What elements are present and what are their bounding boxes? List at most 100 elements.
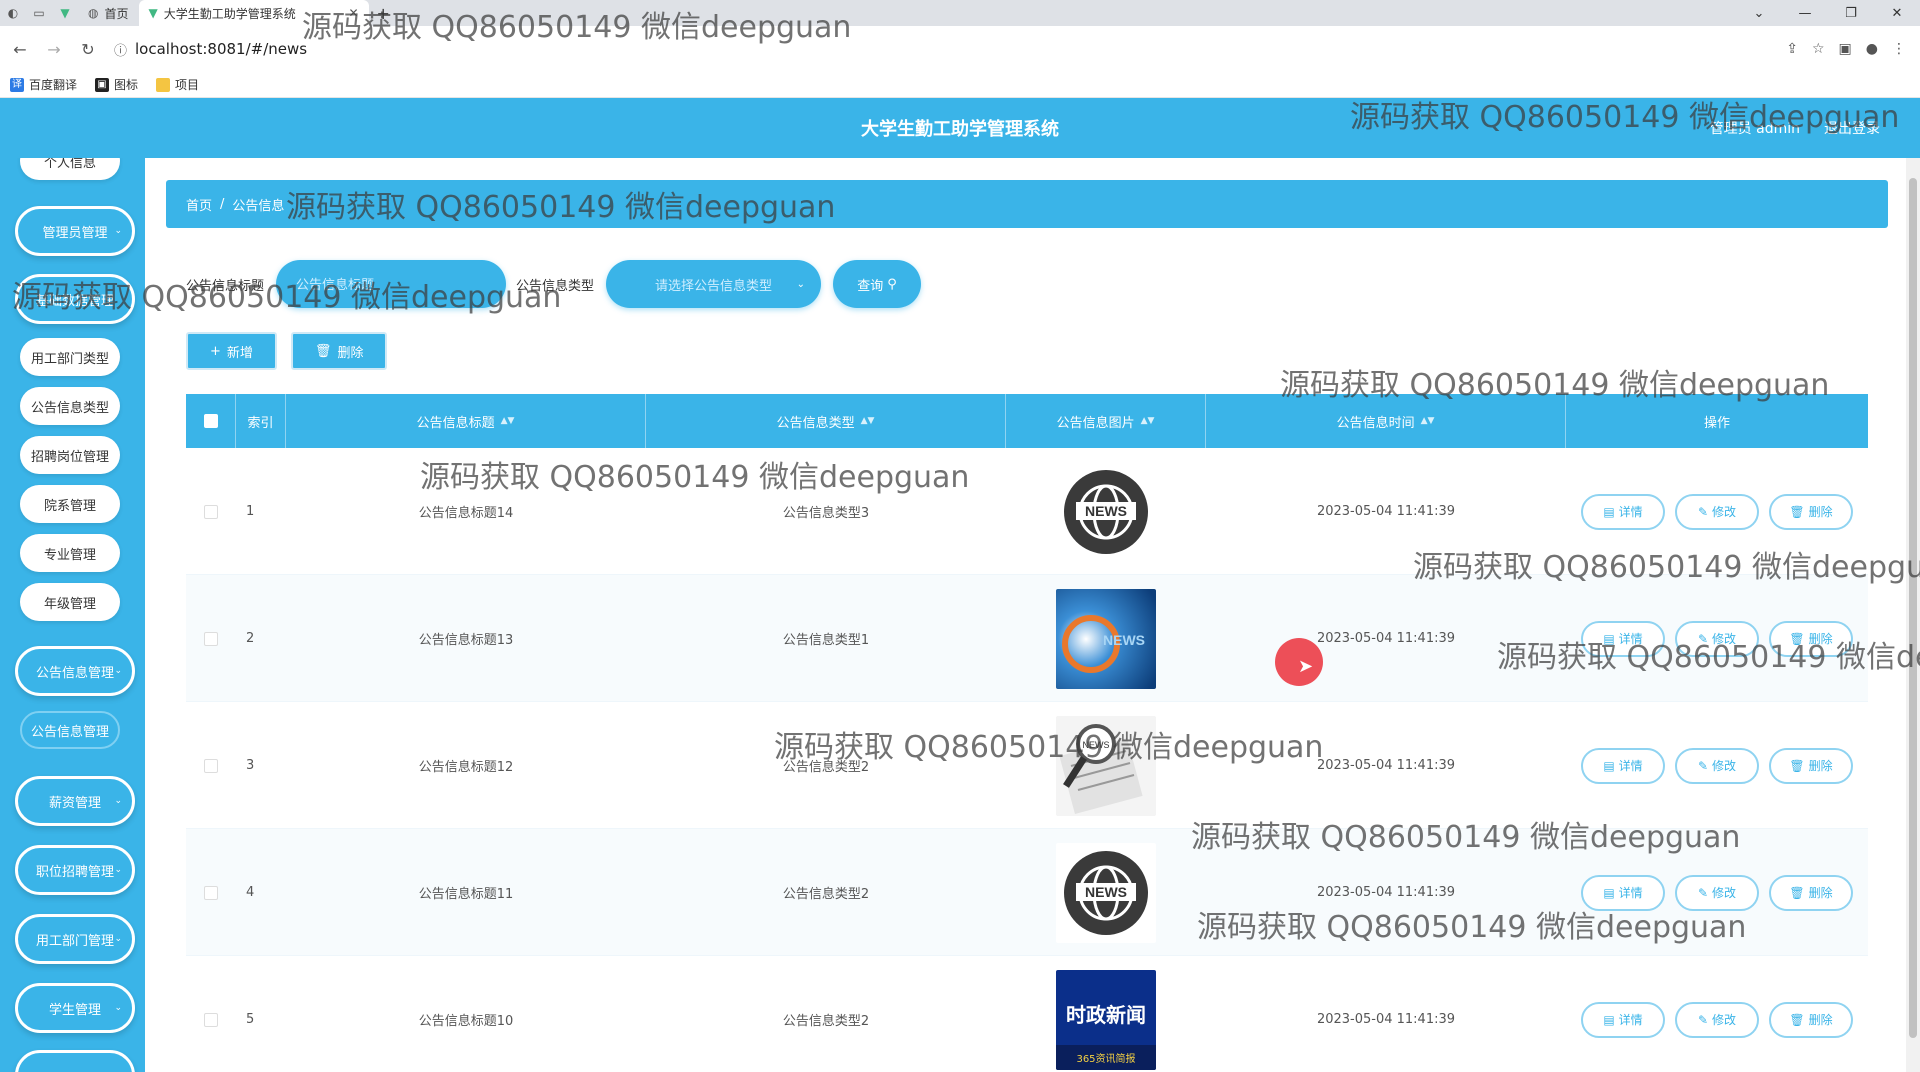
sort-icon[interactable]: ▲▼ — [1141, 416, 1155, 426]
close-tab-icon[interactable]: ✕ — [348, 6, 358, 20]
sidebar-item-faculty[interactable]: 院系管理 — [20, 485, 120, 523]
app-title: 大学生勤工助学管理系统 — [861, 119, 1059, 140]
edit-button[interactable]: ✎ 修改 — [1675, 620, 1759, 657]
column-title[interactable]: 公告信息标题 ▲▼ — [286, 394, 646, 448]
news-thumbnail[interactable]: NEWS — [1056, 588, 1156, 689]
folder-icon — [156, 77, 171, 92]
browser-tab-active[interactable]: ▼ 大学生勤工助学管理系统 ✕ — [138, 0, 369, 26]
logout-link[interactable]: 退出登录 — [1824, 118, 1880, 138]
more-icon[interactable]: ⋮ — [1892, 41, 1906, 57]
bookmark-icons[interactable]: ▣ 图标 — [95, 76, 138, 93]
trash-icon: 🗑 — [1789, 758, 1805, 773]
vue-favicon-icon[interactable]: ▼ — [52, 0, 78, 26]
detail-button[interactable]: ▤ 详情 — [1581, 874, 1665, 911]
detail-button[interactable]: ▤ 详情 — [1581, 493, 1665, 530]
sidebar-item-label: 年级管理 — [43, 596, 96, 612]
browser-tab-home[interactable]: ◍ 首页 — [78, 0, 139, 26]
batch-delete-button[interactable]: 🗑 删除 — [290, 332, 388, 370]
news-thumbnail[interactable]: NEWS — [1056, 842, 1156, 943]
sidebar-group-base-data[interactable]: 基础数据管理 — [15, 274, 135, 324]
sort-icon[interactable]: ▲▼ — [501, 416, 515, 426]
delete-button[interactable]: 🗑 删除 — [1769, 1001, 1853, 1038]
sidebar-item-grade[interactable]: 年级管理 — [20, 583, 120, 621]
sidebar-group-jobs[interactable]: 职位招聘管理 ⌄ — [15, 845, 135, 895]
trash-icon: 🗑 — [1789, 885, 1805, 900]
delete-button[interactable]: 🗑 删除 — [1769, 874, 1853, 911]
edit-button[interactable]: ✎ 修改 — [1675, 1001, 1759, 1038]
close-window-icon[interactable]: ✕ — [1874, 6, 1920, 21]
document-icon: ▤ — [1603, 631, 1615, 646]
sidebar-group-news[interactable]: 公告信息管理 ⌄ — [15, 646, 135, 696]
query-button[interactable]: 查询 ⚲ — [833, 260, 922, 308]
sidepanel-icon[interactable]: ▣ — [1839, 41, 1852, 57]
bookmark-baidu-translate[interactable]: 译 百度翻译 — [10, 76, 77, 93]
delete-button[interactable]: 🗑 删除 — [1769, 493, 1853, 530]
sidebar-item-major[interactable]: 专业管理 — [20, 534, 120, 572]
sidebar-item-dept-type[interactable]: 用工部门类型 — [20, 338, 120, 376]
sidebar-item-label: 院系管理 — [43, 498, 96, 514]
share-icon[interactable]: ⇪ — [1786, 41, 1798, 57]
sidebar-item-job-post[interactable]: 招聘岗位管理 — [20, 436, 120, 474]
column-image[interactable]: 公告信息图片 ▲▼ — [1006, 394, 1206, 448]
select-all-checkbox[interactable] — [203, 414, 218, 428]
delete-button[interactable]: 🗑 删除 — [1769, 620, 1853, 657]
breadcrumb-home[interactable]: 首页 — [186, 195, 212, 214]
chevron-down-icon: ⌄ — [114, 666, 122, 676]
detail-button[interactable]: ▤ 详情 — [1581, 747, 1665, 784]
browser-menu-icon[interactable]: ◐ — [0, 0, 26, 26]
sidebar-group-dept[interactable]: 用工部门管理 ⌄ — [15, 914, 135, 964]
new-tab-icon[interactable]: + — [369, 4, 398, 23]
edit-button[interactable]: ✎ 修改 — [1675, 747, 1759, 784]
sidebar-item-profile[interactable]: 个人信息 — [20, 158, 120, 180]
sidebar-group-salary[interactable]: 薪资管理 ⌄ — [15, 776, 135, 826]
add-button[interactable]: + 新增 — [186, 332, 277, 370]
row-checkbox[interactable] — [204, 1012, 218, 1027]
column-type[interactable]: 公告信息类型 ▲▼ — [646, 394, 1006, 448]
sidebar-item-news-manage[interactable]: 公告信息管理 — [20, 711, 120, 749]
reload-icon[interactable]: ↻ — [74, 35, 102, 63]
row-checkbox[interactable] — [204, 631, 218, 646]
forward-icon[interactable]: → — [40, 35, 68, 63]
row-checkbox[interactable] — [204, 885, 218, 900]
detail-button[interactable]: ▤ 详情 — [1581, 1001, 1665, 1038]
sidebar-item-news-type[interactable]: 公告信息类型 — [20, 387, 120, 425]
minimize-icon[interactable]: — — [1782, 6, 1828, 21]
news-thumbnail[interactable]: 时政新闻 365资讯简报 — [1056, 969, 1156, 1070]
sidebar-group-admin[interactable]: 管理员管理 ⌄ — [15, 206, 135, 256]
news-thumbnail[interactable]: NEWS — [1056, 461, 1156, 562]
row-checkbox[interactable] — [204, 758, 218, 773]
browser-tab-bar: ◐ ▭ ▼ ◍ 首页 ▼ 大学生勤工助学管理系统 ✕ + ⌄ — ❐ ✕ — [0, 0, 1920, 26]
site-info-icon[interactable]: ⓘ — [114, 40, 127, 59]
tab-label: 大学生勤工助学管理系统 — [163, 6, 296, 21]
sidebar-group-label: 基础数据管理 — [35, 293, 114, 309]
restore-icon[interactable]: ❐ — [1828, 6, 1874, 21]
sort-icon[interactable]: ▲▼ — [861, 416, 875, 426]
column-time[interactable]: 公告信息时间 ▲▼ — [1206, 394, 1566, 448]
bookmark-project[interactable]: 项目 — [156, 76, 199, 93]
scrollbar-thumb[interactable] — [1909, 178, 1917, 1038]
chevron-down-icon: ⌄ — [114, 865, 122, 875]
back-icon[interactable]: ← — [6, 35, 34, 63]
breadcrumb-current: 公告信息 — [232, 198, 285, 214]
edit-button[interactable]: ✎ 修改 — [1675, 874, 1759, 911]
app-header: 大学生勤工助学管理系统 管理员 admin 退出登录 — [0, 98, 1920, 158]
tab-list-icon[interactable]: ⌄ — [1736, 6, 1782, 21]
trash-icon: 🗑 — [1789, 504, 1805, 519]
row-checkbox[interactable] — [204, 504, 218, 519]
sidebar-item-label: 公告信息管理 — [30, 724, 109, 740]
sidebar-group-more[interactable] — [15, 1050, 135, 1072]
profile-icon[interactable]: ● — [1866, 41, 1878, 57]
type-select[interactable]: 请选择公告信息类型 ⌄ — [606, 260, 822, 308]
delete-button[interactable]: 🗑 删除 — [1769, 747, 1853, 784]
page-scrollbar[interactable] — [1906, 158, 1920, 1072]
edit-button[interactable]: ✎ 修改 — [1675, 493, 1759, 530]
sidebar-group-student[interactable]: 学生管理 ⌄ — [15, 983, 135, 1033]
bookmark-star-icon[interactable]: ☆ — [1812, 41, 1825, 57]
column-label: 公告信息类型 — [776, 415, 855, 431]
detail-button[interactable]: ▤ 详情 — [1581, 620, 1665, 657]
tab-group-icon[interactable]: ▭ — [26, 0, 52, 26]
title-search-input[interactable] — [276, 260, 507, 308]
sort-icon[interactable]: ▲▼ — [1421, 416, 1435, 426]
news-thumbnail[interactable]: NEWS — [1056, 715, 1156, 816]
url-field[interactable]: ⓘ localhost:8081/#/news — [108, 40, 1780, 59]
